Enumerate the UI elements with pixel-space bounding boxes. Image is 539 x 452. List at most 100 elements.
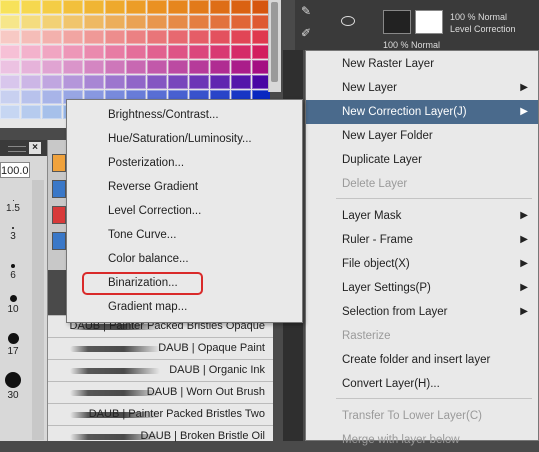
color-swatch[interactable]	[126, 75, 146, 89]
color-swatch[interactable]	[0, 0, 20, 14]
color-swatch[interactable]	[147, 60, 167, 74]
color-swatch[interactable]	[63, 60, 83, 74]
color-swatch[interactable]	[231, 30, 251, 44]
color-swatch[interactable]	[147, 75, 167, 89]
color-swatch[interactable]	[168, 0, 188, 14]
color-swatch[interactable]	[21, 15, 41, 29]
color-swatch[interactable]	[210, 60, 230, 74]
submenu-item[interactable]: Reverse Gradient	[67, 175, 302, 199]
brush-item[interactable]: DAUB | Painter Packed Bristles Two	[48, 403, 273, 426]
menu-item[interactable]: Layer Mask ▶	[306, 204, 538, 228]
color-swatch[interactable]	[168, 75, 188, 89]
scroll-thumb[interactable]	[271, 2, 278, 82]
color-swatch[interactable]	[0, 30, 20, 44]
brush-size-option[interactable]: 10	[0, 290, 30, 324]
menu-item[interactable]: Duplicate Layer	[306, 148, 538, 172]
menu-item[interactable]: Convert Layer(H)...	[306, 372, 538, 396]
brush-size-input[interactable]: 100.0	[0, 162, 30, 178]
color-swatch[interactable]	[105, 45, 125, 59]
color-swatch[interactable]	[0, 75, 20, 89]
menu-item[interactable]: File object(X) ▶	[306, 252, 538, 276]
color-swatch[interactable]	[0, 105, 20, 119]
color-swatch[interactable]	[21, 60, 41, 74]
color-swatch[interactable]	[63, 45, 83, 59]
color-swatch[interactable]	[84, 45, 104, 59]
color-swatch[interactable]	[42, 45, 62, 59]
color-swatch[interactable]	[84, 15, 104, 29]
color-swatch[interactable]	[126, 30, 146, 44]
color-swatch[interactable]	[42, 60, 62, 74]
color-swatch[interactable]	[147, 15, 167, 29]
color-swatch[interactable]	[126, 60, 146, 74]
color-swatch[interactable]	[84, 30, 104, 44]
menu-item[interactable]: New Layer Folder	[306, 124, 538, 148]
color-swatch[interactable]	[189, 0, 209, 14]
color-swatch[interactable]	[0, 90, 20, 104]
color-swatch[interactable]	[21, 90, 41, 104]
color-swatch[interactable]	[189, 75, 209, 89]
color-swatch[interactable]	[168, 45, 188, 59]
color-swatch[interactable]	[0, 45, 20, 59]
submenu-item[interactable]: Brightness/Contrast...	[67, 103, 302, 127]
color-swatch[interactable]	[84, 0, 104, 14]
menu-item[interactable]: New Correction Layer(J) ▶	[306, 100, 538, 124]
color-swatch[interactable]	[105, 75, 125, 89]
color-swatch[interactable]	[189, 30, 209, 44]
color-swatch[interactable]	[210, 0, 230, 14]
color-swatch[interactable]	[63, 0, 83, 14]
grip-icon[interactable]	[8, 146, 26, 152]
size-scrollbar[interactable]	[32, 180, 44, 440]
color-swatch[interactable]	[0, 60, 20, 74]
menu-item[interactable]: Layer Settings(P) ▶	[306, 276, 538, 300]
pencil-tool-icon[interactable]	[52, 206, 66, 224]
color-swatch[interactable]	[21, 0, 41, 14]
submenu-item[interactable]: Tone Curve...	[67, 223, 302, 247]
color-swatch[interactable]	[84, 75, 104, 89]
submenu-item[interactable]: Hue/Saturation/Luminosity...	[67, 127, 302, 151]
color-swatch[interactable]	[231, 60, 251, 74]
color-swatch[interactable]	[189, 60, 209, 74]
color-swatch[interactable]	[189, 45, 209, 59]
color-swatch[interactable]	[42, 75, 62, 89]
brush-item[interactable]: DAUB | Worn Out Brush	[48, 381, 273, 404]
menu-item[interactable]: Selection from Layer ▶	[306, 300, 538, 324]
layer-row[interactable]: 100 % Normal Level Correction	[295, 8, 539, 34]
brush-item[interactable]: DAUB | Opaque Paint	[48, 337, 273, 360]
color-swatch[interactable]	[105, 30, 125, 44]
color-swatch[interactable]	[42, 15, 62, 29]
menu-item[interactable]: New Layer ▶	[306, 76, 538, 100]
color-swatch[interactable]	[21, 45, 41, 59]
color-swatch[interactable]	[231, 75, 251, 89]
color-swatch[interactable]	[42, 90, 62, 104]
submenu-item[interactable]: Posterization...	[67, 151, 302, 175]
color-swatch[interactable]	[42, 30, 62, 44]
color-swatch[interactable]	[21, 30, 41, 44]
pen-tool-icon[interactable]	[52, 180, 66, 198]
color-swatch[interactable]	[63, 15, 83, 29]
submenu-item[interactable]: Binarization...	[67, 271, 302, 295]
color-swatch[interactable]	[105, 15, 125, 29]
brush-tool-icon[interactable]	[52, 154, 66, 172]
color-swatch[interactable]	[105, 0, 125, 14]
menu-item[interactable]: New Raster Layer	[306, 52, 538, 76]
color-swatch[interactable]	[63, 75, 83, 89]
marker-tool-icon[interactable]	[52, 232, 66, 250]
brush-item[interactable]: DAUB | Broken Bristle Oil	[48, 425, 273, 448]
color-swatch[interactable]	[210, 15, 230, 29]
brush-size-option[interactable]: 17	[0, 330, 30, 364]
color-swatch[interactable]	[84, 60, 104, 74]
color-swatch[interactable]	[126, 45, 146, 59]
brush-size-option[interactable]: 3	[0, 220, 30, 254]
color-swatch[interactable]	[147, 30, 167, 44]
color-swatch[interactable]	[189, 15, 209, 29]
color-swatch[interactable]	[42, 105, 62, 119]
color-swatch[interactable]	[231, 15, 251, 29]
color-swatch[interactable]	[231, 0, 251, 14]
brush-size-option[interactable]: 6	[0, 258, 30, 292]
brush-size-option[interactable]: 30	[0, 372, 30, 406]
color-swatch[interactable]	[210, 75, 230, 89]
color-swatch[interactable]	[168, 30, 188, 44]
color-swatch[interactable]	[147, 45, 167, 59]
color-swatch[interactable]	[42, 0, 62, 14]
color-swatch[interactable]	[0, 15, 20, 29]
